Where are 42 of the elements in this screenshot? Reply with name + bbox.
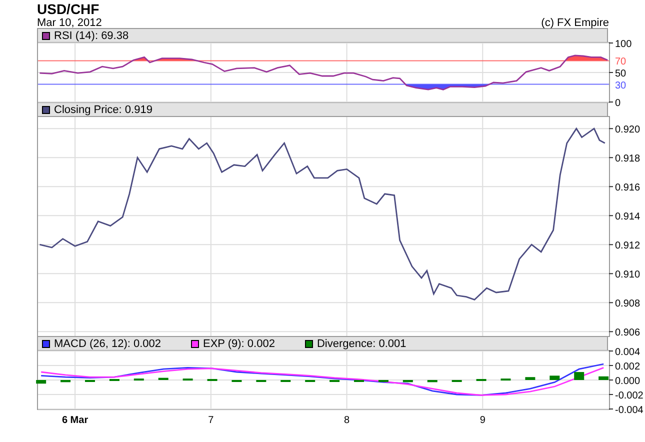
legend-label: MACD (26, 12): 0.002 bbox=[54, 338, 161, 350]
legend-label: EXP (9): 0.002 bbox=[203, 338, 275, 350]
axis-tick-label: 0.916 bbox=[615, 182, 640, 194]
divergence-bar bbox=[525, 377, 536, 380]
divergence-bar bbox=[550, 376, 560, 380]
axis-tick-label: 0.908 bbox=[615, 298, 640, 310]
axis-tick-label: 100 bbox=[615, 39, 632, 50]
divergence-bar bbox=[158, 378, 168, 380]
axis-tick-label: 0.912 bbox=[615, 240, 640, 252]
divergence-bar bbox=[574, 372, 584, 380]
chart-date: Mar 10, 2012 bbox=[37, 17, 102, 29]
divergence-bar bbox=[60, 380, 71, 382]
divergence-bar bbox=[598, 376, 609, 380]
divergence-bar bbox=[36, 380, 46, 384]
divergence-bar bbox=[500, 378, 511, 381]
reference-label: 30 bbox=[615, 80, 626, 92]
axis-tick-label: 0.000 bbox=[615, 376, 640, 387]
axis-tick-label: 8 bbox=[344, 415, 350, 426]
axis-tick-label: -0.004 bbox=[615, 405, 644, 416]
axis-tick-label: 0.906 bbox=[615, 328, 640, 339]
legend-label: Divergence: 0.001 bbox=[316, 338, 406, 350]
axis-tick-label: 0.002 bbox=[615, 362, 640, 372]
divergence-bar bbox=[134, 378, 144, 381]
divergence-bar bbox=[402, 380, 413, 382]
axis-tick-label: 0.004 bbox=[615, 347, 640, 358]
divergence-bar bbox=[427, 380, 438, 382]
axis-tick-label: 0.918 bbox=[615, 154, 640, 165]
legend-label: RSI (14): 69.38 bbox=[54, 30, 129, 42]
axis-tick-label: 0.914 bbox=[615, 212, 640, 223]
axis-tick-label: 6 Mar bbox=[62, 415, 88, 426]
axis-tick-label: -0.002 bbox=[615, 390, 644, 402]
divergence-bar bbox=[182, 378, 193, 381]
axis-tick-label: 7 bbox=[208, 415, 214, 426]
reference-label: 70 bbox=[615, 56, 626, 68]
chart-title: USD/CHF bbox=[37, 2, 100, 16]
legend-label: Closing Price: 0.919 bbox=[54, 104, 152, 116]
axis-tick-label: 9 bbox=[480, 415, 486, 426]
axis-tick-label: 0 bbox=[615, 98, 621, 109]
axis-tick-label: 0.910 bbox=[615, 270, 640, 281]
copyright-text: (c) FX Empire bbox=[541, 17, 609, 29]
axis-tick-label: 0.920 bbox=[615, 124, 640, 136]
axis-tick-label: 50 bbox=[615, 68, 626, 80]
